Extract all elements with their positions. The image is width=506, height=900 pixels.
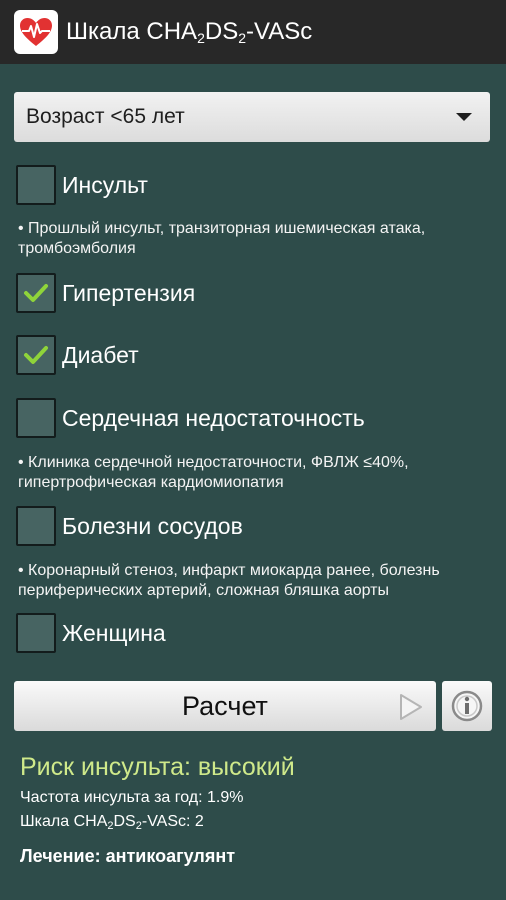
checkmark-icon: [24, 346, 48, 364]
criterion-note: • Прошлый инсульт, транзиторная ишемичес…: [18, 220, 426, 257]
criterion-label: Инсульт: [62, 171, 148, 198]
checkbox-diabetes[interactable]: [16, 335, 56, 375]
criterion-note: • Коронарный стеноз, инфаркт миокарда ра…: [18, 562, 440, 599]
checkbox-vascular[interactable]: [16, 506, 56, 546]
criterion-diabetes[interactable]: Диабет: [16, 335, 139, 375]
criterion-note: • Клиника сердечной недостаточности, ФВЛ…: [18, 454, 409, 491]
app-title: Шкала CHA2DS2-VASc: [66, 18, 313, 46]
criterion-hypertension[interactable]: Гипертензия: [16, 273, 195, 313]
calculate-button[interactable]: Расчет: [14, 681, 436, 731]
treatment-recommendation: Лечение: антикоагулянт: [20, 846, 236, 866]
action-bar: Шкала CHA2DS2-VASc: [0, 0, 506, 64]
age-select-value: Возраст <65 лет: [26, 105, 185, 128]
checkbox-hypertension[interactable]: [16, 273, 56, 313]
risk-level: Риск инсульта: высокий: [20, 753, 295, 781]
score-value: Шкала CHA2DS2-VASc: 2: [20, 813, 204, 832]
criterion-vascular[interactable]: Болезни сосудов: [16, 506, 243, 546]
age-select[interactable]: Возраст <65 лет: [14, 92, 490, 142]
criterion-label: Сердечная недостаточность: [62, 404, 365, 431]
criterion-heart-failure[interactable]: Сердечная недостаточность: [16, 398, 365, 438]
criterion-label: Гипертензия: [62, 279, 196, 306]
calculate-button-label: Расчет: [182, 690, 268, 721]
info-button[interactable]: [442, 681, 492, 731]
play-icon: [400, 694, 422, 720]
heart-ecg-icon: [14, 10, 58, 54]
checkbox-stroke[interactable]: [16, 165, 56, 205]
annual-stroke-rate: Частота инсульта за год: 1.9%: [20, 789, 244, 806]
checkmark-icon: [24, 284, 48, 302]
info-icon: [451, 690, 483, 722]
dropdown-caret-icon: [456, 113, 472, 121]
criterion-label: Болезни сосудов: [62, 512, 243, 539]
checkbox-female[interactable]: [16, 613, 56, 653]
criterion-label: Женщина: [62, 619, 166, 646]
criterion-stroke[interactable]: Инсульт: [16, 165, 148, 205]
checkbox-heart-failure[interactable]: [16, 398, 56, 438]
criterion-label: Диабет: [62, 341, 139, 368]
criterion-female[interactable]: Женщина: [16, 613, 166, 653]
